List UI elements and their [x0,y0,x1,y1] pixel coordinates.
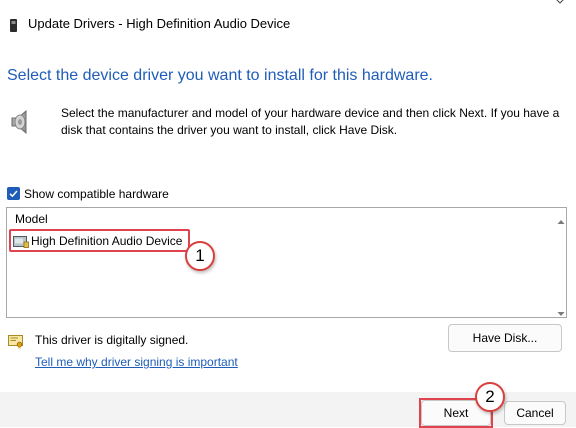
scroll-up-arrow-icon[interactable] [557,213,565,224]
model-listbox[interactable] [6,207,567,318]
page-heading: Select the device driver you want to ins… [7,67,433,84]
description-text: Select the manufacturer and model of you… [61,106,560,137]
checkmark-icon [9,190,18,198]
signed-status-text: This driver is digitally signed. [35,333,189,347]
selection-highlight-box [9,229,190,252]
step-callout-2: 2 [475,382,505,412]
certificate-icon [8,335,23,349]
model-column-header: Model [15,212,48,226]
device-icon [10,19,17,32]
show-compatible-label[interactable]: Show compatible hardware [24,187,169,201]
have-disk-button[interactable]: Have Disk... [448,324,562,352]
driver-signing-link[interactable]: Tell me why driver signing is important [35,355,238,369]
window-title: Update Drivers - High Definition Audio D… [28,16,291,31]
step-callout-1: 1 [185,241,215,271]
cancel-button[interactable]: Cancel [504,401,566,425]
scroll-down-arrow-icon[interactable] [557,305,565,316]
close-icon[interactable] [552,0,568,12]
show-compatible-checkbox[interactable] [7,187,20,200]
speaker-icon [8,106,40,138]
